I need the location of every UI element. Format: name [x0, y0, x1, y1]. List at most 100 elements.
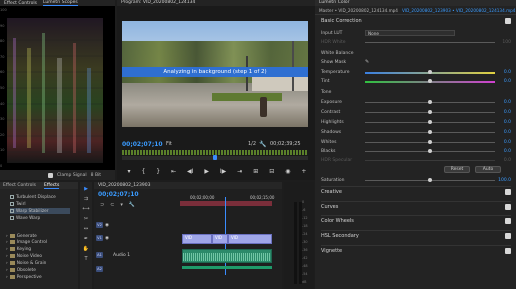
program-video-frame[interactable]: Analyzing in background (step 1 of 2)	[122, 21, 308, 127]
effect-warp-stabilizer[interactable]: Warp Stabilizer	[10, 208, 70, 214]
resolution-select[interactable]: 1/2	[206, 141, 256, 147]
section-curves[interactable]: Curves	[321, 201, 511, 211]
zoom-fit-select[interactable]: Fit	[166, 141, 206, 147]
color-wheels-checkbox[interactable]	[505, 217, 511, 224]
timeline-timecode[interactable]: 00;02;07;10	[98, 191, 139, 198]
snap-icon[interactable]: ⊃	[100, 202, 104, 208]
temperature-value[interactable]: 0.0	[504, 70, 511, 75]
track-select-tool-icon[interactable]: ⇉	[84, 196, 88, 202]
tab-lumetri-scopes[interactable]: Lumetri Scopes	[43, 0, 78, 6]
hand-tool-icon[interactable]: ✋	[83, 246, 89, 252]
timeline-sequence-tab[interactable]: VID_20200802_123903	[94, 182, 282, 189]
white-balance-header[interactable]: White Balance	[321, 49, 511, 57]
basic-correction-checkbox[interactable]	[505, 18, 511, 24]
add-marker-timeline-icon[interactable]: ▾	[120, 202, 123, 208]
audio-clip-a2[interactable]	[182, 266, 272, 269]
whites-knob[interactable]	[428, 140, 432, 144]
track-v2-target[interactable]: V2	[96, 222, 103, 228]
hdr-white-value[interactable]: 100	[502, 40, 511, 45]
shadows-value[interactable]: 0.0	[504, 130, 511, 135]
step-back-icon[interactable]: ◀I	[187, 168, 193, 175]
auto-button[interactable]: Auto	[475, 166, 501, 173]
tone-header[interactable]: Tone	[321, 88, 511, 96]
add-button-icon[interactable]: +	[301, 168, 306, 175]
video-clip[interactable]: VID	[228, 234, 272, 244]
track-a1-target[interactable]: A1	[96, 252, 103, 258]
clamp-signal-checkbox[interactable]	[48, 172, 53, 178]
contrast-value[interactable]: 0.0	[504, 110, 511, 115]
video-clip[interactable]: VID	[212, 234, 228, 244]
play-icon[interactable]: ▶	[204, 168, 209, 175]
folder-image-control[interactable]: › Image Control	[6, 239, 47, 245]
eye-icon[interactable]: ◉	[105, 236, 109, 241]
tab-effects[interactable]: Effects	[44, 182, 60, 189]
blacks-knob[interactable]	[428, 149, 432, 153]
sequence-clip-label[interactable]: VID_20200802_123903 • VID_20200802_12413…	[402, 8, 516, 13]
hdr-specular-value[interactable]: 0.0	[504, 158, 511, 163]
export-frame-icon[interactable]: ◉	[285, 168, 290, 175]
section-color-wheels[interactable]: Color Wheels	[321, 215, 511, 225]
blacks-value[interactable]: 0.0	[504, 149, 511, 154]
hdr-white-slider[interactable]	[365, 42, 495, 43]
effect-turbulent-displace[interactable]: Turbulent Displace	[10, 194, 56, 200]
step-forward-icon[interactable]: I▶	[220, 168, 226, 175]
eyedropper-icon[interactable]: ✎	[365, 59, 369, 65]
track-a2-target[interactable]: A2	[96, 266, 103, 272]
curves-checkbox[interactable]	[505, 203, 511, 210]
track-v1-target[interactable]: V1	[96, 235, 103, 241]
razor-tool-icon[interactable]: ✂	[84, 216, 88, 222]
selection-tool-icon[interactable]: ▶	[84, 186, 88, 192]
highlights-knob[interactable]	[428, 120, 432, 124]
contrast-knob[interactable]	[428, 110, 432, 114]
tint-value[interactable]: 0.0	[504, 79, 511, 84]
folder-noise-grain[interactable]: › Noise & Grain	[6, 260, 46, 266]
temperature-knob[interactable]	[428, 70, 432, 74]
section-vignette[interactable]: Vignette	[321, 245, 511, 255]
folder-keying[interactable]: › Keying	[6, 246, 31, 252]
exposure-value[interactable]: 0.0	[504, 100, 511, 105]
hsl-secondary-checkbox[interactable]	[505, 232, 511, 239]
saturation-value[interactable]: 100.0	[498, 178, 511, 183]
program-timecode[interactable]: 00;02;07;10	[122, 141, 166, 148]
tab-effect-controls-lower[interactable]: Effect Controls	[3, 182, 36, 189]
vignette-checkbox[interactable]	[505, 247, 511, 254]
highlights-value[interactable]: 0.0	[504, 120, 511, 125]
tint-knob[interactable]	[428, 79, 432, 83]
saturation-knob[interactable]	[428, 178, 432, 182]
reset-button[interactable]: Reset	[444, 166, 470, 173]
ripple-edit-tool-icon[interactable]: ⟷	[82, 206, 89, 212]
timeline-settings-icon[interactable]: 🔧	[129, 202, 135, 208]
hdr-specular-slider[interactable]	[365, 160, 495, 161]
pen-tool-icon[interactable]: ✒	[84, 236, 88, 242]
type-tool-icon[interactable]: T	[84, 256, 87, 262]
add-marker-icon[interactable]: ▾	[127, 168, 130, 175]
settings-wrench-icon[interactable]: 🔧	[256, 141, 270, 148]
effect-wave-warp[interactable]: Wave Warp	[10, 215, 40, 221]
insert-icon[interactable]: ⊞	[253, 168, 258, 175]
creative-checkbox[interactable]	[505, 188, 511, 195]
exposure-knob[interactable]	[428, 100, 432, 104]
input-lut-select[interactable]: None	[365, 30, 455, 36]
linked-selection-icon[interactable]: ⊂	[110, 202, 114, 208]
master-clip-label[interactable]: Master • VID_20200802_124134.mp4	[319, 8, 398, 13]
slip-tool-icon[interactable]: ↔	[84, 226, 88, 232]
whites-value[interactable]: 0.0	[504, 140, 511, 145]
section-basic-correction[interactable]: Basic Correction	[321, 16, 511, 26]
section-hsl-secondary[interactable]: HSL Secondary	[321, 230, 511, 240]
shadows-knob[interactable]	[428, 130, 432, 134]
video-clip[interactable]: VID	[182, 234, 212, 244]
tab-effect-controls[interactable]: Effect Controls	[4, 1, 37, 6]
folder-noise-video[interactable]: › Noise Video	[6, 253, 42, 259]
effect-twirl[interactable]: Twirl	[10, 201, 26, 207]
go-to-out-icon[interactable]: ⇥	[237, 168, 242, 175]
program-playhead[interactable]	[213, 155, 217, 160]
mark-in-icon[interactable]: {	[141, 168, 145, 175]
mark-out-icon[interactable]: }	[156, 168, 160, 175]
folder-perspective[interactable]: › Perspective	[6, 274, 42, 280]
audio-clip[interactable]	[182, 249, 272, 263]
folder-obsolete[interactable]: › Obsolete	[6, 267, 36, 273]
eye-icon[interactable]: ◉	[105, 223, 109, 228]
bit-depth-select[interactable]: 8 Bit	[91, 173, 101, 178]
overwrite-icon[interactable]: ⊟	[269, 168, 274, 175]
section-creative[interactable]: Creative	[321, 186, 511, 196]
